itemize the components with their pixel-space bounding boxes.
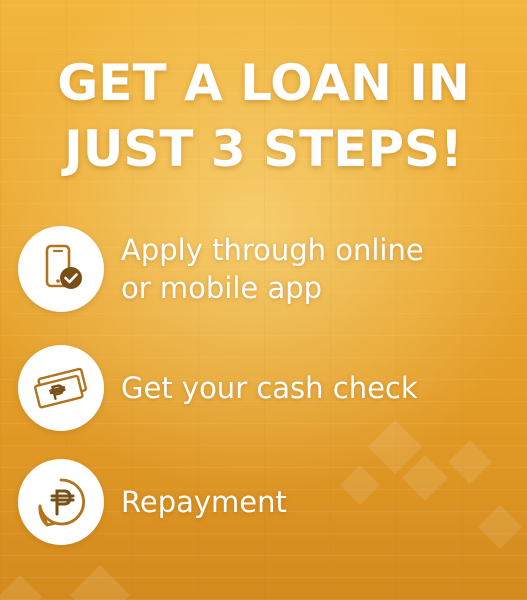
step-1-text: Apply through online or mobile app: [121, 231, 424, 307]
step-2-icon-circle: [18, 345, 104, 431]
step-repayment: Repayment: [18, 459, 287, 545]
step-1-line-1: Apply through online: [121, 233, 424, 267]
step-apply: Apply through online or mobile app: [18, 226, 424, 312]
step-3-icon-circle: [18, 459, 104, 545]
step-1-line-2: or mobile app: [121, 271, 323, 305]
page-title: GET A LOAN IN JUST 3 STEPS!: [0, 50, 527, 182]
title-line-1: GET A LOAN IN: [57, 54, 470, 112]
step-2-line-1: Get your cash check: [121, 371, 418, 405]
step-3-line-1: Repayment: [121, 485, 287, 519]
step-3-text: Repayment: [121, 483, 287, 521]
step-2-text: Get your cash check: [121, 369, 418, 407]
step-1-icon-circle: [18, 226, 104, 312]
peso-refresh-icon: [38, 478, 86, 527]
phone-check-icon: [45, 244, 82, 289]
step-get-cash: Get your cash check: [18, 345, 418, 431]
peso-bill-icon: [34, 367, 87, 409]
title-line-2: JUST 3 STEPS!: [64, 120, 463, 178]
